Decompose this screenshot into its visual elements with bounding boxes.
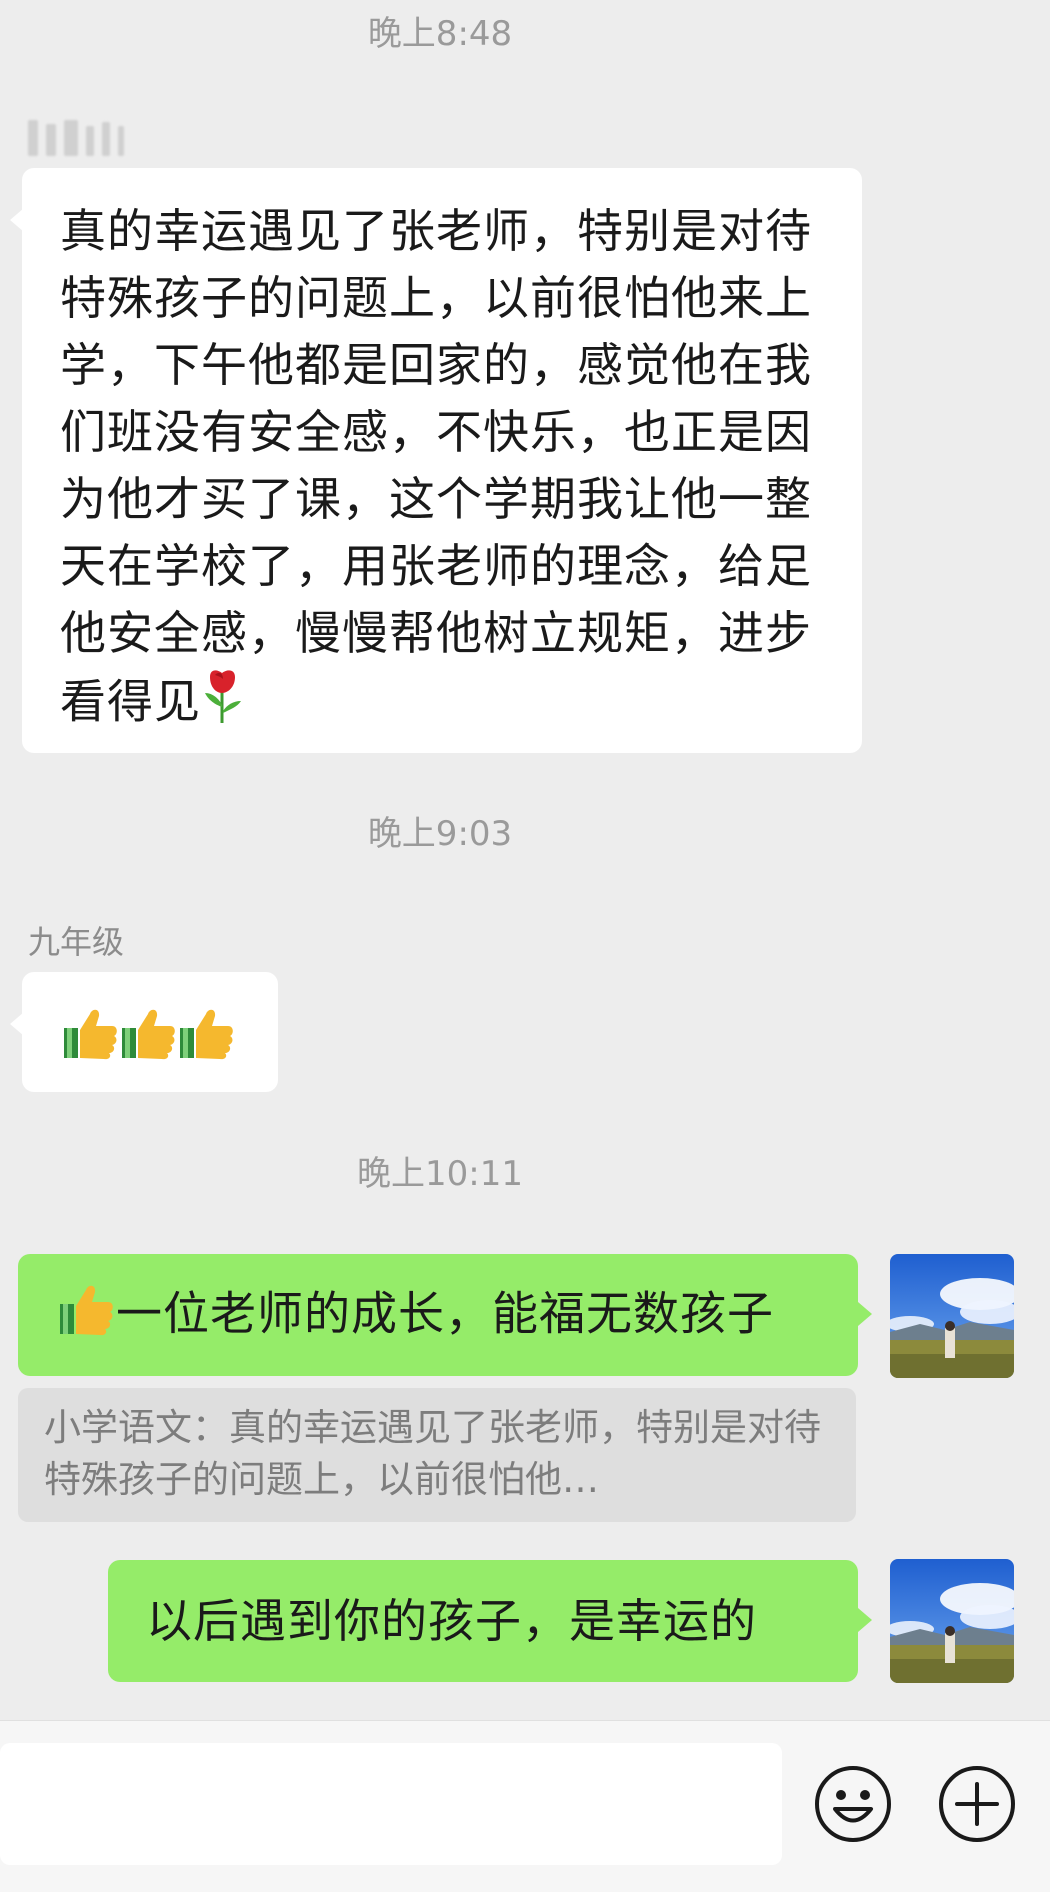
quoted-message-text: 小学语文：真的幸运遇见了张老师，特别是对待特殊孩子的问题上，以前很怕他… [44, 1406, 821, 1501]
avatar[interactable] [890, 1254, 1014, 1378]
chat-area[interactable]: 晚上8:48 .b1::before{} 真的幸运遇见了张老师，特别是对待特殊孩… [0, 0, 1050, 1720]
quoted-message[interactable]: 小学语文：真的幸运遇见了张老师，特别是对待特殊孩子的问题上，以前很怕他… [18, 1388, 856, 1522]
timestamp: 晚上10:11 [357, 1154, 523, 1194]
timestamp: 晚上9:03 [367, 814, 513, 854]
smiley-icon[interactable] [813, 1764, 893, 1844]
message-input[interactable] [0, 1743, 782, 1865]
message-bubble-incoming[interactable] [10, 972, 278, 1092]
thumbs-up-icon [120, 1004, 178, 1064]
thumbs-up-icon [62, 1004, 120, 1064]
thumbs-up-icon [178, 1004, 236, 1064]
rose-icon [201, 667, 245, 743]
sender-name: 九年级 [28, 923, 125, 961]
plus-circle-icon[interactable] [937, 1764, 1017, 1844]
input-bar [0, 1720, 1050, 1892]
message-text: 一位老师的成长，能福无数孩子 [58, 1280, 858, 1354]
timestamp: 晚上8:48 [367, 14, 513, 54]
message-text: 真的幸运遇见了张老师，特别是对待特殊孩子的问题上，以前很怕他来上学，下午他都是回… [60, 198, 828, 743]
message-text: 以后遇到你的孩子，是幸运的 [146, 1594, 757, 1648]
redacted-sender-name [28, 108, 188, 156]
message-bubble-outgoing[interactable]: 以后遇到你的孩子，是幸运的 [108, 1560, 872, 1682]
thumbs-up-icon [58, 1280, 116, 1354]
message-bubble-outgoing[interactable]: 一位老师的成长，能福无数孩子 [18, 1254, 872, 1376]
message-bubble-incoming[interactable]: .b1::before{} 真的幸运遇见了张老师，特别是对待特殊孩子的问题上，以… [10, 168, 862, 753]
avatar[interactable] [890, 1559, 1014, 1683]
